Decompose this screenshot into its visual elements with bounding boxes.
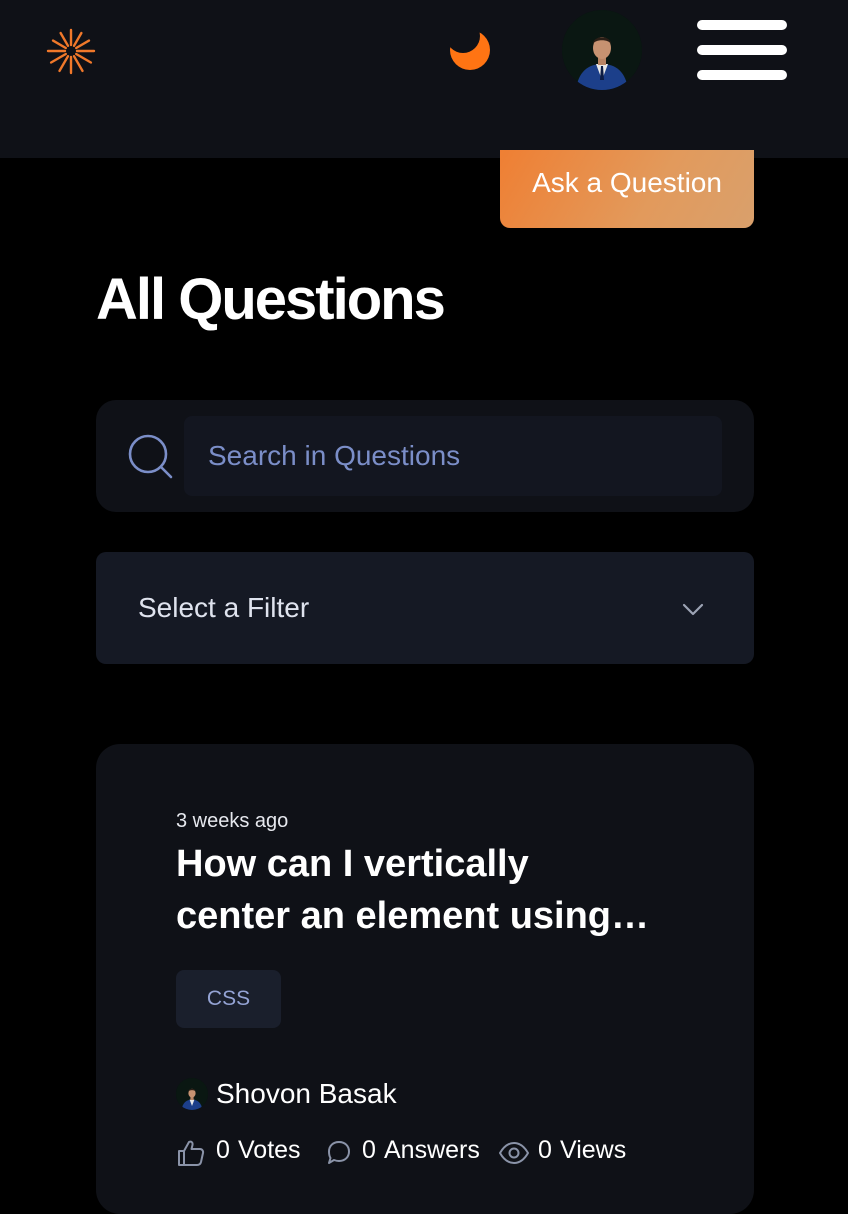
question-title[interactable]: How can I vertically center an element u… <box>176 838 696 942</box>
votes-count: 0 <box>216 1136 230 1164</box>
hamburger-menu-icon[interactable] <box>697 20 787 80</box>
filter-select[interactable]: Select a Filter <box>96 552 754 664</box>
author-name[interactable]: Shovon Basak <box>216 1078 397 1110</box>
answers-label: Answers <box>384 1136 480 1164</box>
avatar[interactable] <box>562 10 642 90</box>
search-input[interactable] <box>184 416 722 496</box>
ask-question-button[interactable]: Ask a Question <box>500 150 754 228</box>
answers-count: 0 <box>362 1136 376 1164</box>
thumbs-up-icon <box>178 1140 205 1166</box>
filter-selected-value: Select a Filter <box>138 592 310 623</box>
eye-icon <box>499 1142 529 1164</box>
comment-icon <box>328 1141 350 1164</box>
votes-label: Votes <box>238 1136 301 1164</box>
question-title-line-1: How can I vertically <box>176 843 529 885</box>
search-icon[interactable] <box>128 434 174 480</box>
page-title: All Questions <box>96 267 446 332</box>
question-title-line-2: center an element using… <box>176 895 650 937</box>
views-label: Views <box>560 1136 627 1164</box>
top-navbar <box>0 0 848 158</box>
search-bar <box>96 400 754 512</box>
moon-icon[interactable] <box>448 28 492 72</box>
person-portrait-icon <box>176 1078 208 1110</box>
views-count: 0 <box>538 1136 552 1164</box>
sunburst-logo-icon[interactable] <box>46 27 96 75</box>
question-stats: 0 Votes 0 Answers 0 Views <box>176 1136 676 1170</box>
chevron-down-icon <box>682 603 704 616</box>
author-avatar[interactable] <box>176 1078 208 1110</box>
question-card[interactable]: 3 weeks ago How can I vertically center … <box>96 744 754 1214</box>
question-timestamp: 3 weeks ago <box>176 810 289 832</box>
tag-css[interactable]: CSS <box>176 970 281 1028</box>
person-portrait-icon <box>562 10 642 90</box>
